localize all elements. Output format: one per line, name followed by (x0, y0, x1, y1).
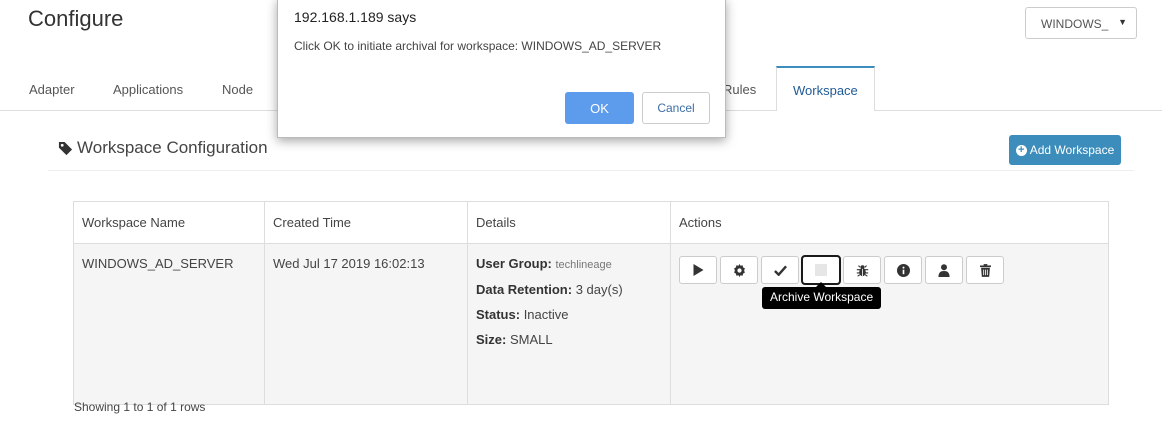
workspace-users-button[interactable] (925, 256, 963, 284)
archive-icon (815, 264, 827, 276)
trash-icon (979, 263, 991, 277)
detail-value: techlineage (555, 259, 612, 271)
detail-data-retention: Data Retention: 3 day(s) (476, 282, 662, 298)
add-workspace-label: Add Workspace (1029, 143, 1115, 157)
detail-key: Status: (476, 307, 521, 322)
detail-key: User Group: (476, 256, 552, 271)
detail-status: Status: Inactive (476, 307, 662, 323)
cell-created-time: Wed Jul 17 2019 16:02:13 (264, 243, 468, 405)
detail-key: Data Retention: (476, 282, 573, 297)
workspace-select[interactable]: WINDOWS_ ▼ (1025, 7, 1137, 39)
dialog-origin: 192.168.1.189 says (294, 9, 417, 25)
caret-down-icon: ▼ (1118, 17, 1127, 27)
add-workspace-button[interactable]: + Add Workspace (1009, 135, 1121, 165)
cell-workspace-name: WINDOWS_AD_SERVER (73, 243, 265, 405)
section-header: Workspace Configuration (58, 138, 268, 158)
workspace-info-button[interactable] (884, 256, 922, 284)
detail-key: Size: (476, 332, 507, 347)
column-header-details: Details (467, 201, 671, 244)
tab-applications[interactable]: Applications (113, 66, 183, 110)
tab-workspace[interactable]: Workspace (776, 66, 875, 111)
section-title: Workspace Configuration (77, 138, 268, 157)
table-row: WINDOWS_AD_SERVER Wed Jul 17 2019 16:02:… (73, 243, 1109, 405)
gear-icon (733, 263, 745, 277)
column-header-name: Workspace Name (73, 201, 265, 244)
cell-actions (670, 243, 1109, 405)
column-header-actions: Actions (670, 201, 1109, 244)
play-icon (693, 264, 703, 276)
pagination-info: Showing 1 to 1 of 1 rows (74, 400, 206, 414)
action-buttons (679, 255, 1100, 285)
dialog-ok-button[interactable]: OK (565, 92, 634, 124)
tab-node[interactable]: Node (222, 66, 253, 110)
tab-rules[interactable]: Rules (723, 66, 756, 110)
cell-details: User Group: techlineage Data Retention: … (467, 243, 671, 405)
delete-workspace-button[interactable] (966, 256, 1004, 284)
workspace-table: Workspace Name Created Time Details Acti… (73, 201, 1109, 405)
column-header-created: Created Time (264, 201, 468, 244)
bug-icon (856, 264, 868, 277)
validate-workspace-button[interactable] (761, 256, 799, 284)
archive-workspace-button[interactable] (801, 255, 841, 285)
detail-user-group: User Group: techlineage (476, 256, 662, 273)
debug-workspace-button[interactable] (843, 256, 881, 284)
tag-icon (58, 141, 73, 156)
detail-size: Size: SMALL (476, 332, 662, 348)
table-header-row: Workspace Name Created Time Details Acti… (73, 201, 1109, 244)
confirm-dialog: 192.168.1.189 says Click OK to initiate … (277, 0, 726, 138)
detail-value: Inactive (523, 307, 569, 322)
detail-value: 3 day(s) (575, 282, 623, 297)
check-icon (773, 265, 787, 276)
start-workspace-button[interactable] (679, 256, 717, 284)
detail-value: SMALL (509, 332, 553, 347)
dialog-cancel-button[interactable]: Cancel (642, 92, 710, 124)
workspace-select-value: WINDOWS_ (1041, 17, 1109, 31)
page-title: Configure (28, 6, 124, 31)
info-icon (896, 263, 910, 277)
section-divider (48, 170, 1134, 171)
plus-circle-icon: + (1015, 144, 1027, 156)
tab-adapter[interactable]: Adapter (29, 66, 75, 110)
dialog-message: Click OK to initiate archival for worksp… (294, 39, 662, 53)
configure-workspace-button[interactable] (720, 256, 758, 284)
archive-tooltip: Archive Workspace (762, 287, 882, 309)
user-icon (938, 263, 950, 277)
